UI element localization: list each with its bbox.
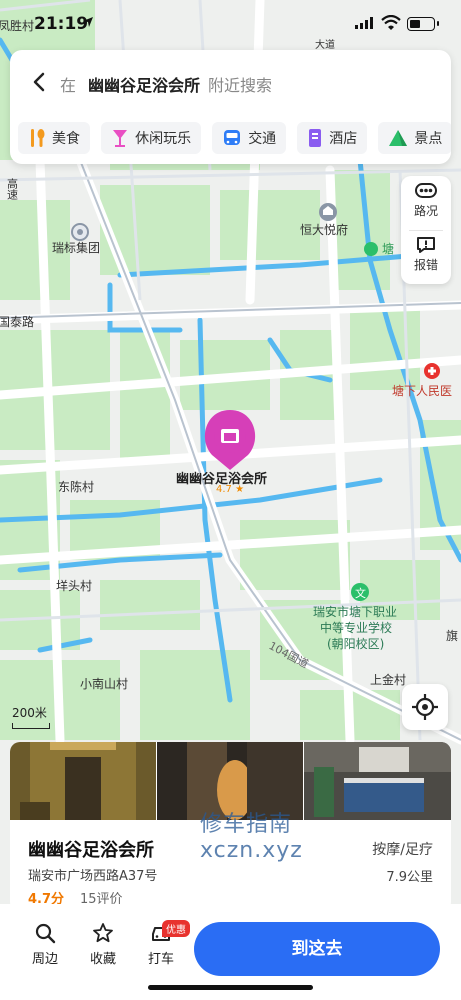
location-arrow-icon (83, 17, 93, 27)
category-transit[interactable]: 交通 (212, 122, 287, 154)
back-arrow-icon[interactable] (28, 70, 52, 94)
hotel-icon (309, 129, 322, 147)
category-label: 酒店 (329, 131, 358, 147)
map-label-school-2: 中等专业学校 (320, 620, 392, 635)
map-label-tangxia: 塘 (382, 241, 394, 256)
place-photo-lobby[interactable] (10, 742, 156, 820)
nearby-search-input[interactable]: 在幽幽谷足浴会所 附近搜索 (60, 72, 272, 96)
place-address: 瑞安市广场西路A37号 (28, 869, 158, 884)
map-label-school-1: 瑞安市塘下职业 (313, 604, 397, 619)
search-panel: 在幽幽谷足浴会所 附近搜索 美食 休闲玩乐 交通 酒店 景点 (10, 50, 451, 164)
scale-label: 200米 (12, 706, 47, 720)
promo-badge: 优惠 (162, 920, 190, 937)
report-error-button[interactable]: 报错 (401, 230, 451, 284)
wifi-icon (381, 15, 401, 30)
cellular-signal-icon (355, 17, 373, 29)
search-icon (35, 923, 56, 944)
favorite-button[interactable]: 收藏 (78, 922, 128, 967)
category-label: 美食 (52, 131, 80, 147)
report-icon (417, 237, 435, 253)
leisure-icon (113, 130, 128, 147)
place-category: 按摩/足疗 (372, 842, 433, 858)
map-side-toolbar: 路况 报错 (401, 176, 451, 284)
pin-rating: 4.7 ★ (216, 484, 245, 495)
category-bar: 美食 休闲玩乐 交通 酒店 景点 (18, 122, 451, 158)
map-label-hospital: 塘下人民医 (392, 383, 452, 398)
map-label-yangtou: 垟头村 (56, 579, 92, 593)
poi-tangxia-icon (364, 242, 378, 256)
map-label-xiaonanshan: 小南山村 (80, 676, 128, 691)
map-label-highway: 高速 (6, 177, 19, 200)
place-photo-reception[interactable] (304, 742, 451, 820)
map-label-hengda: 恒大悦府 (300, 222, 348, 237)
category-label: 休闲玩乐 (135, 131, 192, 147)
map-label-taiting: 国泰路 (0, 314, 34, 329)
place-distance: 7.9公里 (386, 870, 433, 885)
category-label: 景点 (414, 131, 443, 147)
crosshair-icon (412, 694, 438, 720)
bus-icon (224, 130, 241, 145)
locate-me-button[interactable] (402, 684, 448, 730)
nearby-button[interactable]: 周边 (20, 922, 70, 967)
taxi-label: 打车 (147, 952, 174, 967)
nearby-label: 周边 (31, 952, 58, 967)
place-name: 幽幽谷足浴会所 (28, 840, 154, 861)
go-here-button[interactable]: 到这去 (194, 922, 440, 976)
category-scenic[interactable]: 景点 (378, 122, 451, 154)
watermark-line-1: 修车指南 (200, 812, 293, 837)
map-label-edge-qi: 旗 (446, 628, 458, 643)
home-indicator[interactable] (148, 985, 313, 990)
map-scale: 200米 (12, 704, 50, 729)
watermark-line-2: xczn.xyz (200, 838, 303, 863)
watermark: 修车指南 xczn.xyz (200, 812, 303, 864)
search-keyword: 幽幽谷足浴会所 (88, 76, 201, 95)
place-photos[interactable] (10, 742, 451, 820)
map-label-dongchen: 东陈村 (58, 479, 94, 494)
category-hotel[interactable]: 酒店 (297, 122, 368, 154)
favorite-label: 收藏 (89, 952, 116, 967)
search-suffix: 附近搜索 (208, 76, 273, 95)
category-food[interactable]: 美食 (18, 122, 90, 154)
traffic-label: 路况 (413, 204, 438, 218)
traffic-button[interactable]: 路况 (401, 176, 451, 230)
star-icon (93, 923, 113, 943)
category-label: 交通 (248, 131, 277, 147)
place-photo-corridor[interactable] (157, 742, 303, 820)
map-label-ruibiao: 瑞标集团 (52, 240, 100, 255)
status-time: 21:19 (34, 14, 89, 34)
map-label-shangjin: 上金村 (370, 672, 406, 687)
category-leisure[interactable]: 休闲玩乐 (101, 122, 202, 154)
report-label: 报错 (413, 258, 438, 272)
scenic-icon (389, 130, 408, 146)
status-bar: 21:19 (0, 0, 461, 48)
traffic-icon (415, 183, 437, 198)
food-icon (31, 129, 45, 147)
search-prefix: 在 (60, 76, 77, 95)
map-label-school-3: (朝阳校区) (327, 636, 384, 651)
battery-icon (407, 17, 439, 31)
svg-text:文: 文 (355, 586, 366, 600)
